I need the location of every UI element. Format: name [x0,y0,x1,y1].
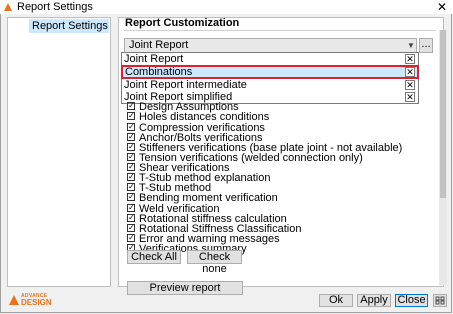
window-title: Report Settings [17,1,93,13]
checkbox[interactable]: ✓ [127,234,135,243]
checkbox[interactable]: ✓ [127,112,135,121]
dropdown-option-label: Joint Report intermediate [124,79,247,91]
delete-icon[interactable]: ✕ [405,80,415,90]
ok-button[interactable]: Ok [319,294,353,307]
checkbox[interactable]: ✓ [127,153,135,162]
delete-icon[interactable]: ✕ [405,92,415,102]
checkbox[interactable]: ✓ [127,173,135,182]
app-icon [4,3,12,11]
checkbox[interactable]: ✓ [127,214,135,223]
preview-report-button[interactable]: Preview report [127,281,243,295]
close-window-icon[interactable]: ✕ [437,0,447,14]
checkbox[interactable]: ✓ [127,163,135,172]
tree-item-report-settings[interactable]: Report Settings [29,19,109,33]
logo-big-text: DESIGN [21,298,52,307]
more-options-button[interactable]: ... [419,38,433,53]
dropdown-option[interactable]: Joint Report [122,53,418,65]
checkbox[interactable]: ✓ [127,224,135,233]
check-none-button[interactable]: Check none [187,250,242,275]
chevron-down-icon[interactable]: ▼ [407,39,415,52]
help-button[interactable] [433,294,447,307]
checkbox[interactable]: ✓ [127,183,135,192]
close-button[interactable]: Close [395,294,428,307]
logo-icon [9,295,19,305]
scrollbar-thumb[interactable] [440,30,446,198]
delete-icon[interactable]: ✕ [405,67,415,77]
checkbox[interactable]: ✓ [127,143,135,152]
section-title: Report Customization [125,17,240,29]
grid-icon [435,296,445,305]
dropdown-option-label: Joint Report [124,53,184,65]
checkbox[interactable]: ✓ [127,102,135,111]
section-divider [124,30,436,31]
report-type-value: Joint Report [129,39,189,51]
advance-design-logo: ADVANCE DESIGN [8,293,54,307]
checkbox[interactable]: ✓ [127,204,135,213]
delete-icon[interactable]: ✕ [405,54,415,64]
dropdown-option[interactable]: Joint Report intermediate [122,79,418,91]
checkbox[interactable]: ✓ [127,133,135,142]
check-all-button[interactable]: Check All [127,250,181,264]
dropdown-option-label: Combinations [125,66,193,78]
checkbox[interactable]: ✓ [127,123,135,132]
dropdown-option-selected[interactable]: Combinations [121,65,419,79]
checkbox[interactable]: ✓ [127,193,135,202]
settings-tree: Report Settings [7,17,111,287]
apply-button[interactable]: Apply [357,294,391,307]
